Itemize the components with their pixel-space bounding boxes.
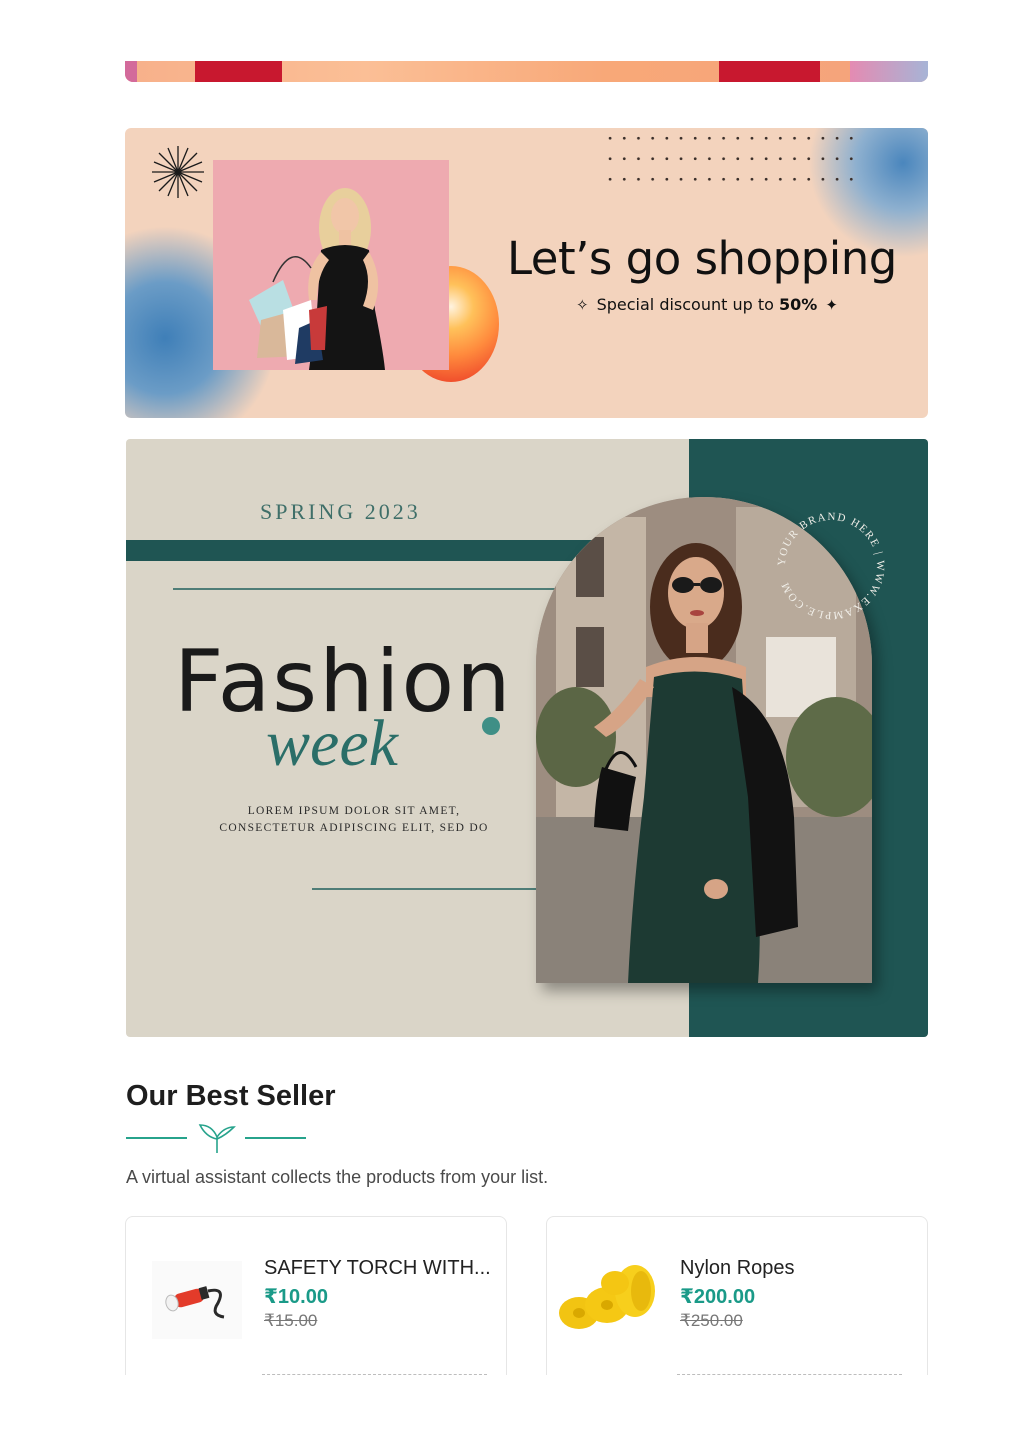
- tagline-line: CONSECTETUR ADIPISCING ELIT, SED DO: [219, 822, 489, 834]
- divider-line: [173, 588, 563, 590]
- banner-subtitle: ✧ Special discount up to 50% ✦: [568, 295, 846, 314]
- product-name[interactable]: Nylon Ropes: [680, 1257, 795, 1280]
- teal-stripe: [126, 540, 646, 561]
- svg-text:YOUR BRAND HERE | WWW.EXAMPLE.: YOUR BRAND HERE | WWW.EXAMPLE.COM: [776, 511, 886, 621]
- banner-image-segment: [719, 61, 820, 82]
- dot-pattern: [603, 128, 853, 194]
- accent-dot: [482, 717, 500, 735]
- leaf-icon: [198, 1124, 236, 1153]
- tagline-line: LOREM IPSUM DOLOR SIT AMET,: [247, 805, 461, 817]
- product-original-price: ₹250.00: [680, 1311, 743, 1330]
- product-card[interactable]: SAFETY TORCH WITH... ₹10.00 ₹15.00: [125, 1216, 507, 1391]
- product-image[interactable]: [557, 1247, 667, 1347]
- section-divider: [126, 1123, 306, 1155]
- divider-line: [245, 1137, 306, 1139]
- viewport-cutoff: [0, 1375, 1024, 1449]
- product-card[interactable]: Nylon Ropes ₹200.00 ₹250.00: [546, 1216, 928, 1391]
- product-name[interactable]: SAFETY TORCH WITH...: [264, 1257, 491, 1280]
- brand-circle-text: YOUR BRAND HERE | WWW.EXAMPLE.COM: [776, 511, 885, 621]
- banner-image-segment: [850, 61, 928, 82]
- discount-percent: 50%: [779, 295, 818, 314]
- banner-tagline: LOREM IPSUM DOLOR SIT AMET, CONSECTETUR …: [174, 803, 534, 837]
- torch-product-image: [152, 1261, 242, 1339]
- product-image[interactable]: [136, 1247, 246, 1347]
- subtitle-text: Special discount up to: [596, 295, 780, 314]
- section-description: A virtual assistant collects the product…: [126, 1167, 549, 1187]
- model-photo: [213, 160, 449, 370]
- section-title: Our Best Seller: [126, 1080, 336, 1112]
- sparkle-icon: ✦: [825, 296, 838, 314]
- brand-circle-badge: YOUR BRAND HERE | WWW.EXAMPLE.COM: [776, 511, 886, 621]
- promo-banner-top[interactable]: [125, 61, 928, 82]
- shopping-woman-illustration: [213, 160, 449, 370]
- product-price: ₹200.00: [680, 1286, 756, 1308]
- fashion-week-banner[interactable]: SPRING 2023 Fashion week LOREM IPSUM DOL…: [126, 439, 928, 1037]
- divider-line: [312, 888, 572, 890]
- rope-product-image: [559, 1265, 655, 1329]
- week-script: week: [266, 707, 398, 780]
- product-original-price: ₹15.00: [264, 1311, 318, 1330]
- shopping-promo-banner[interactable]: Let’s go shopping ✧ Special discount up t…: [125, 128, 928, 418]
- banner-image-segment: [125, 61, 137, 82]
- banner-image-segment: [195, 61, 282, 82]
- divider-line: [126, 1137, 187, 1139]
- banner-headline: Let’s go shopping: [507, 232, 897, 285]
- sparkle-icon: ✧: [576, 296, 589, 314]
- season-label: SPRING 2023: [260, 499, 421, 524]
- product-price: ₹10.00: [264, 1286, 328, 1308]
- starburst-icon: [152, 146, 204, 198]
